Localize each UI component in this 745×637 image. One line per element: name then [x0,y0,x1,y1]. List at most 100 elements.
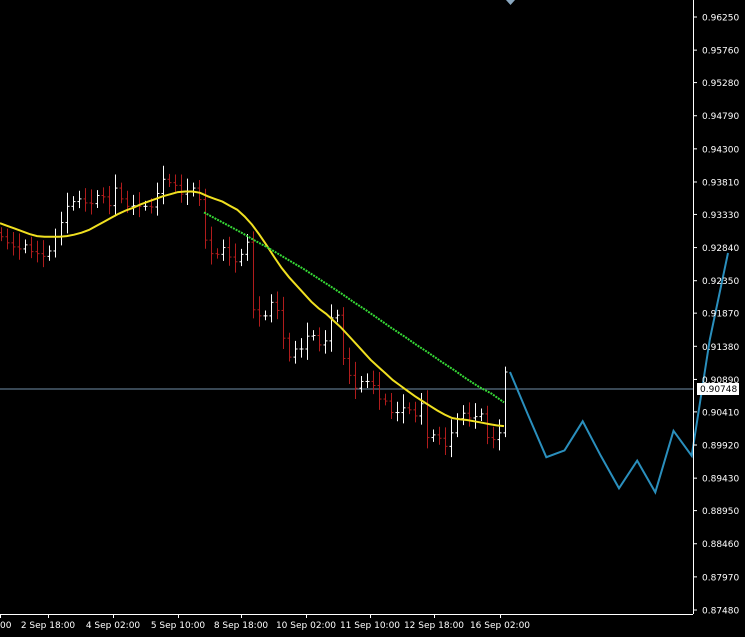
y-tick-label: 0.90410 [702,408,739,418]
y-tick-label: 0.89920 [702,442,739,452]
y-tick-label: 0.92840 [702,244,739,254]
price-bar [341,307,346,365]
price-bar [89,189,94,215]
price-bar [167,173,172,187]
price-bar [251,231,256,319]
price-bar [353,361,358,400]
price-bar [113,174,118,217]
price-bar [95,190,100,208]
x-tick-label: 16 Sep 02:00 [470,621,530,631]
price-bar [233,243,238,273]
price-bar [359,376,364,393]
moving-averages-group [0,190,505,428]
price-bar [47,245,52,261]
diamond-marker-shape [506,0,515,5]
x-tick-label: 10 Sep 02:00 [276,621,336,631]
price-bar [383,393,388,406]
x-tick-label: 8 Sep 18:00 [214,621,269,631]
price-bar [53,228,58,258]
price-bar [227,236,232,266]
price-bar [455,413,460,438]
diamond-marker-icon [506,0,515,5]
axes-group: 0.96250 0.95760 0.95280 0.94790 0.94300 0.938… [0,0,739,631]
price-bar [257,296,262,327]
price-bar [365,373,370,388]
price-bars-group [0,165,508,458]
price-bar [101,187,106,204]
y-tick-label: 0.94300 [702,145,739,155]
price-bar [77,190,82,209]
x-tick-label: 5 Sep 10:00 [151,621,206,631]
price-bar [389,392,394,420]
price-bar [23,239,28,254]
y-tick-label: 0.95760 [702,47,739,57]
price-bar [473,403,478,429]
x-tick-label: 4 Sep 02:00 [86,621,141,631]
y-tick-label: 0.91380 [702,343,739,353]
y-tick-label: 0.93330 [702,211,739,221]
price-bar [461,405,466,426]
x-tick-label: 11 Sep 10:00 [340,621,400,631]
price-bar [59,211,64,246]
price-bar [479,408,484,421]
y-tick-label: 0.91870 [702,310,739,320]
price-bar [407,402,412,415]
price-bar [221,239,226,261]
price-bar [491,426,496,449]
price-bar [83,188,88,212]
price-bar [437,426,442,445]
y-tick-label: 0.95280 [702,79,739,89]
price-bar [395,401,400,422]
price-bar [449,419,454,458]
price-bar [35,240,40,263]
price-bar [239,248,244,267]
y-tick-label: 0.88950 [702,507,739,517]
price-chart: 0.96250 0.95760 0.95280 0.94790 0.94300 0.938… [0,0,745,633]
price-bar [311,330,316,341]
projection-group [509,252,729,495]
x-tick-label: 2 Sep 18:00 [21,621,76,631]
current-price-box: 0.90748 [697,383,739,395]
price-bar [5,228,10,250]
price-bar [281,296,286,349]
price-bar [173,174,178,192]
price-bar [371,370,376,395]
moving-average-fast-line [0,190,505,428]
y-tick-label: 0.96250 [702,14,739,24]
price-bar [209,226,214,265]
x-tick-label: 12 Sep 18:00 [404,621,464,631]
y-tick-label: 0.92350 [702,277,739,287]
price-bar [71,196,76,211]
price-bar [269,294,274,323]
price-bar [263,310,268,321]
price-bar [203,188,208,249]
price-bar [17,233,22,260]
price-bar [425,390,430,449]
price-bar [107,186,112,215]
price-bar [41,240,46,268]
price-bar [299,338,304,358]
price-bar [323,330,328,354]
price-bar [119,182,124,204]
price-bar [317,327,322,352]
price-bar [287,332,292,362]
price-bar [467,402,472,427]
y-tick-label: 0.89430 [702,475,739,485]
moving-average-slow-line [203,211,505,404]
y-tick-label: 0.87970 [702,573,739,583]
projection-line [509,252,729,495]
price-bar [65,192,70,234]
price-bar [443,427,448,456]
price-bar [305,322,310,360]
price-bar [413,401,418,423]
price-bar [329,304,334,352]
price-bar [131,194,136,215]
price-bar [497,419,502,451]
price-bar [347,347,352,385]
price-bar [401,394,406,424]
price-bar [161,165,166,205]
y-tick-label: 0.93810 [702,178,739,188]
current-price-label: 0.90748 [700,385,737,395]
price-bar [377,371,382,410]
price-bar [335,309,340,323]
